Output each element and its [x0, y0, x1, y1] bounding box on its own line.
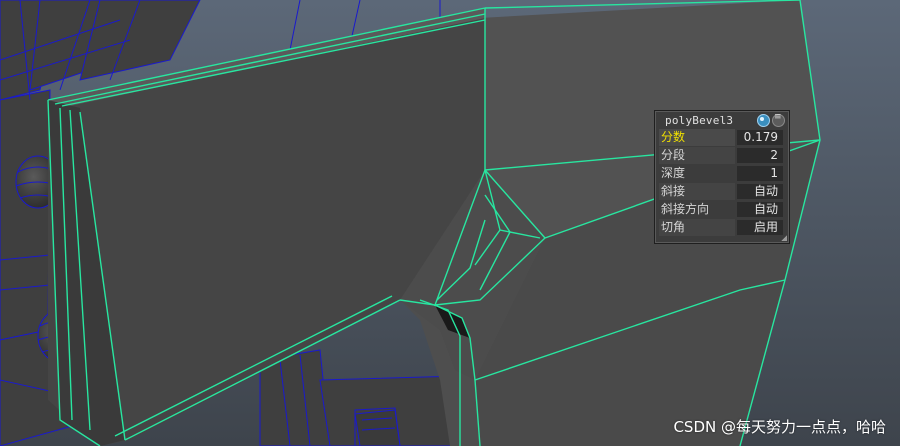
- watermark: CSDN @每天努力一点点，哈哈: [673, 418, 886, 436]
- attr-row-mitering[interactable]: 斜接 自动: [659, 183, 785, 200]
- attr-row-segments[interactable]: 分段 2: [659, 147, 785, 164]
- attr-label-segments: 分段: [659, 147, 735, 164]
- polybevel-channel-box[interactable]: polyBevel3 分数 0.179 分段 2 深度 1 斜接 自动 斜接方向…: [654, 110, 790, 244]
- hud-menu-icon[interactable]: [772, 112, 785, 127]
- attr-label-chamfer: 切角: [659, 219, 735, 236]
- attr-label-miter-along: 斜接方向: [661, 202, 710, 216]
- attr-row-chamfer[interactable]: 切角 启用: [659, 219, 785, 236]
- bottom-bracket: [354, 409, 401, 446]
- attr-field-chamfer[interactable]: 启用: [737, 220, 783, 235]
- attr-field-segments[interactable]: 2: [737, 148, 783, 163]
- attr-label-fraction: 分数: [659, 129, 735, 146]
- attr-row-miter-along[interactable]: 斜接方向 自动: [659, 201, 785, 218]
- attr-label-depth: 深度: [661, 166, 686, 180]
- attr-field-mitering[interactable]: 自动: [737, 184, 783, 199]
- attr-row-depth[interactable]: 深度 1: [659, 165, 785, 182]
- attr-field-depth[interactable]: 1: [737, 166, 783, 181]
- resize-grip-icon[interactable]: [781, 235, 787, 241]
- channel-toggle-icon[interactable]: [757, 114, 770, 127]
- attr-field-miter-along[interactable]: 自动: [737, 202, 783, 217]
- attr-row-fraction[interactable]: 分数 0.179: [659, 129, 785, 146]
- attr-field-fraction[interactable]: 0.179: [737, 130, 783, 145]
- attr-label-mitering: 斜接: [659, 183, 735, 200]
- hud-title: polyBevel3: [665, 114, 734, 127]
